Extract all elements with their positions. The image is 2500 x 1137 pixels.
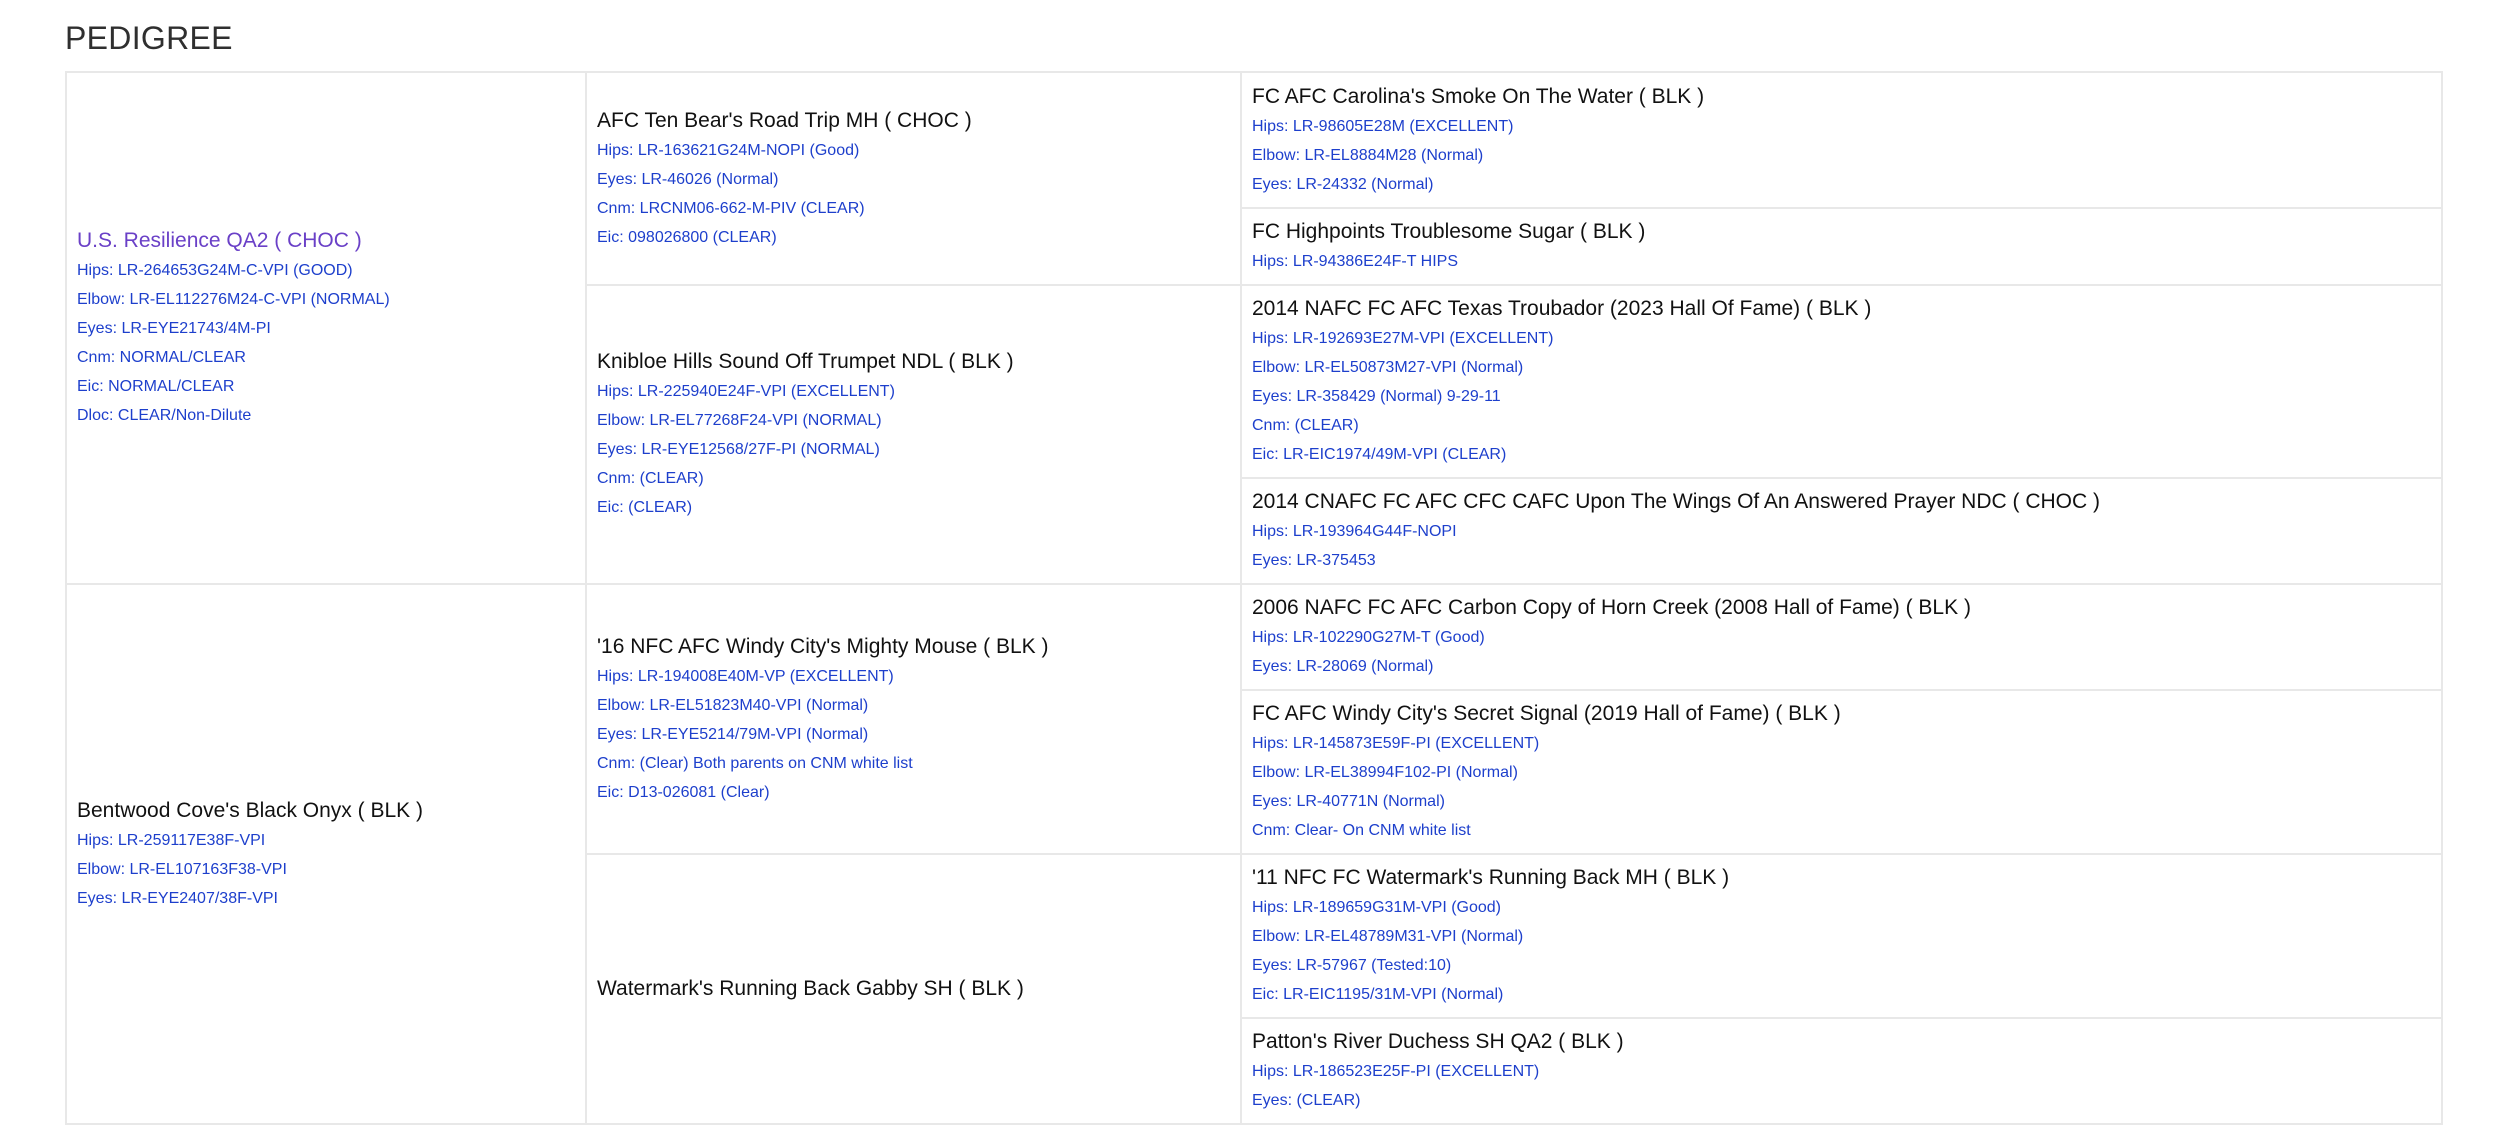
dam-dam-dam-detail: Hips: LR-186523E25F-PI (EXCELLENT) bbox=[1252, 1063, 1540, 1080]
sire-sire-dam-name: FC Highpoints Troublesome Sugar ( BLK ) bbox=[1252, 220, 1646, 243]
sire-sire-dam-detail: Hips: LR-94386E24F-T HIPS bbox=[1252, 253, 1459, 270]
sire-detail: Hips: LR-264653G24M-C-VPI (GOOD) bbox=[77, 262, 353, 279]
dam-sire-detail: Elbow: LR-EL51823M40-VPI (Normal) bbox=[597, 696, 869, 714]
sire-detail: Eic: NORMAL/CLEAR bbox=[77, 378, 235, 395]
dam-sire-sire-cell: 2006 NAFC FC AFC Carbon Copy of Horn Cre… bbox=[1240, 583, 2443, 691]
sire-detail: Elbow: LR-EL112276M24-C-VPI (NORMAL) bbox=[77, 291, 390, 308]
sire-sire-detail: Eic: 098026800 (CLEAR) bbox=[597, 228, 777, 246]
sire-sire-sire-detail: Eyes: LR-24332 (Normal) bbox=[1252, 175, 1434, 193]
dam-sire-detail: Eic: D13-026081 (Clear) bbox=[597, 783, 770, 801]
sire-dam-name: Knibloe Hills Sound Off Trumpet NDL ( BL… bbox=[597, 350, 1014, 373]
sire-dam-sire-detail: Elbow: LR-EL50873M27-VPI (Normal) bbox=[1252, 359, 1524, 376]
sire-dam-dam-detail: Hips: LR-193964G44F-NOPI bbox=[1252, 523, 1457, 540]
dam-dam-sire-detail: Hips: LR-189659G31M-VPI (Good) bbox=[1252, 899, 1501, 916]
dam-detail: Elbow: LR-EL107163F38-VPI bbox=[77, 860, 287, 878]
dam-sire-dam-name: FC AFC Windy City's Secret Signal (2019 … bbox=[1252, 702, 1841, 725]
sire-dam-sire-detail: Eyes: LR-358429 (Normal) 9-29-11 bbox=[1252, 388, 1501, 405]
sire-detail: Eyes: LR-EYE21743/4M-PI bbox=[77, 320, 271, 337]
dam-sire-dam-detail: Cnm: Clear- On CNM white list bbox=[1252, 822, 1471, 839]
sire-dam-dam-cell: 2014 CNAFC FC AFC CFC CAFC Upon The Wing… bbox=[1240, 477, 2443, 585]
sire-name: U.S. Resilience QA2 ( CHOC ) bbox=[77, 229, 362, 252]
sire-dam-detail: Cnm: (CLEAR) bbox=[597, 470, 704, 487]
sire-dam-dam-detail: Eyes: LR-375453 bbox=[1252, 552, 1376, 569]
sire-dam-detail: Hips: LR-225940E24F-VPI (EXCELLENT) bbox=[597, 383, 895, 400]
dam-sire-dam-detail: Eyes: LR-40771N (Normal) bbox=[1252, 793, 1445, 810]
dam-dam-dam-name: Patton's River Duchess SH QA2 ( BLK ) bbox=[1252, 1030, 1624, 1053]
dam-dam-sire-detail: Eic: LR-EIC1195/31M-VPI (Normal) bbox=[1252, 986, 1504, 1003]
sire-detail: Cnm: NORMAL/CLEAR bbox=[77, 349, 246, 366]
dam-sire-detail: Hips: LR-194008E40M-VP (EXCELLENT) bbox=[597, 667, 894, 685]
dam-sire-sire-detail: Hips: LR-102290G27M-T (Good) bbox=[1252, 629, 1485, 646]
sire-sire-dam-cell: FC Highpoints Troublesome Sugar ( BLK ) … bbox=[1240, 207, 2443, 286]
dam-sire-dam-detail: Hips: LR-145873E59F-PI (EXCELLENT) bbox=[1252, 735, 1540, 752]
dam-cell: Bentwood Cove's Black Onyx ( BLK ) Hips:… bbox=[65, 583, 587, 1125]
dam-dam-sire-detail: Elbow: LR-EL48789M31-VPI (Normal) bbox=[1252, 928, 1524, 945]
sire-sire-sire-cell: FC AFC Carolina's Smoke On The Water ( B… bbox=[1240, 71, 2443, 209]
dam-dam-dam-detail: Eyes: (CLEAR) bbox=[1252, 1092, 1361, 1109]
sire-dam-detail: Eic: (CLEAR) bbox=[597, 499, 693, 516]
sire-dam-sire-detail: Cnm: (CLEAR) bbox=[1252, 417, 1359, 434]
sire-sire-name: AFC Ten Bear's Road Trip MH ( CHOC ) bbox=[597, 108, 972, 132]
dam-sire-dam-cell: FC AFC Windy City's Secret Signal (2019 … bbox=[1240, 689, 2443, 855]
dam-dam-sire-name: '11 NFC FC Watermark's Running Back MH (… bbox=[1252, 866, 1730, 889]
dam-dam-name: Watermark's Running Back Gabby SH ( BLK … bbox=[597, 977, 1024, 1000]
dam-sire-dam-detail: Elbow: LR-EL38994F102-PI (Normal) bbox=[1252, 764, 1518, 781]
dam-detail: Eyes: LR-EYE2407/38F-VPI bbox=[77, 889, 278, 907]
sire-sire-detail: Hips: LR-163621G24M-NOPI (Good) bbox=[597, 141, 860, 159]
dam-dam-sire-detail: Eyes: LR-57967 (Tested:10) bbox=[1252, 957, 1452, 974]
dam-sire-cell: '16 NFC AFC Windy City's Mighty Mouse ( … bbox=[585, 583, 1242, 855]
sire-cell: U.S. Resilience QA2 ( CHOC ) Hips: LR-26… bbox=[65, 71, 587, 585]
sire-dam-sire-cell: 2014 NAFC FC AFC Texas Troubador (2023 H… bbox=[1240, 284, 2443, 479]
page-title: PEDIGREE bbox=[65, 20, 233, 56]
dam-dam-dam-cell: Patton's River Duchess SH QA2 ( BLK ) Hi… bbox=[1240, 1017, 2443, 1125]
dam-dam-cell: Watermark's Running Back Gabby SH ( BLK … bbox=[585, 853, 1242, 1125]
dam-name: Bentwood Cove's Black Onyx ( BLK ) bbox=[77, 798, 423, 822]
sire-dam-detail: Eyes: LR-EYE12568/27F-PI (NORMAL) bbox=[597, 441, 880, 458]
dam-sire-name: '16 NFC AFC Windy City's Mighty Mouse ( … bbox=[597, 634, 1049, 658]
sire-detail: Dloc: CLEAR/Non-Dilute bbox=[77, 407, 252, 424]
sire-sire-sire-detail: Hips: LR-98605E28M (EXCELLENT) bbox=[1252, 117, 1514, 135]
sire-dam-cell: Knibloe Hills Sound Off Trumpet NDL ( BL… bbox=[585, 284, 1242, 585]
dam-detail: Hips: LR-259117E38F-VPI bbox=[77, 831, 266, 849]
sire-dam-detail: Elbow: LR-EL77268F24-VPI (NORMAL) bbox=[597, 412, 882, 429]
dam-dam-sire-cell: '11 NFC FC Watermark's Running Back MH (… bbox=[1240, 853, 2443, 1019]
sire-sire-detail: Cnm: LRCNM06-662-M-PIV (CLEAR) bbox=[597, 199, 865, 217]
pedigree-page: PEDIGREE U.S. Resilience QA2 ( CHOC ) Hi… bbox=[0, 0, 2500, 1137]
sire-sire-sire-detail: Elbow: LR-EL8884M28 (Normal) bbox=[1252, 146, 1484, 164]
sire-sire-sire-name: FC AFC Carolina's Smoke On The Water ( B… bbox=[1252, 84, 1705, 108]
sire-dam-sire-detail: Eic: LR-EIC1974/49M-VPI (CLEAR) bbox=[1252, 446, 1507, 463]
sire-sire-cell: AFC Ten Bear's Road Trip MH ( CHOC ) Hip… bbox=[585, 71, 1242, 286]
sire-dam-dam-name: 2014 CNAFC FC AFC CFC CAFC Upon The Wing… bbox=[1252, 490, 2100, 513]
dam-sire-sire-detail: Eyes: LR-28069 (Normal) bbox=[1252, 658, 1434, 675]
pedigree-table: U.S. Resilience QA2 ( CHOC ) Hips: LR-26… bbox=[65, 71, 2443, 1125]
sire-dam-sire-detail: Hips: LR-192693E27M-VPI (EXCELLENT) bbox=[1252, 330, 1554, 347]
dam-sire-detail: Eyes: LR-EYE5214/79M-VPI (Normal) bbox=[597, 725, 869, 743]
sire-sire-detail: Eyes: LR-46026 (Normal) bbox=[597, 170, 779, 188]
dam-sire-sire-name: 2006 NAFC FC AFC Carbon Copy of Horn Cre… bbox=[1252, 596, 1971, 619]
sire-dam-sire-name: 2014 NAFC FC AFC Texas Troubador (2023 H… bbox=[1252, 297, 1872, 320]
dam-sire-detail: Cnm: (Clear) Both parents on CNM white l… bbox=[597, 754, 913, 772]
